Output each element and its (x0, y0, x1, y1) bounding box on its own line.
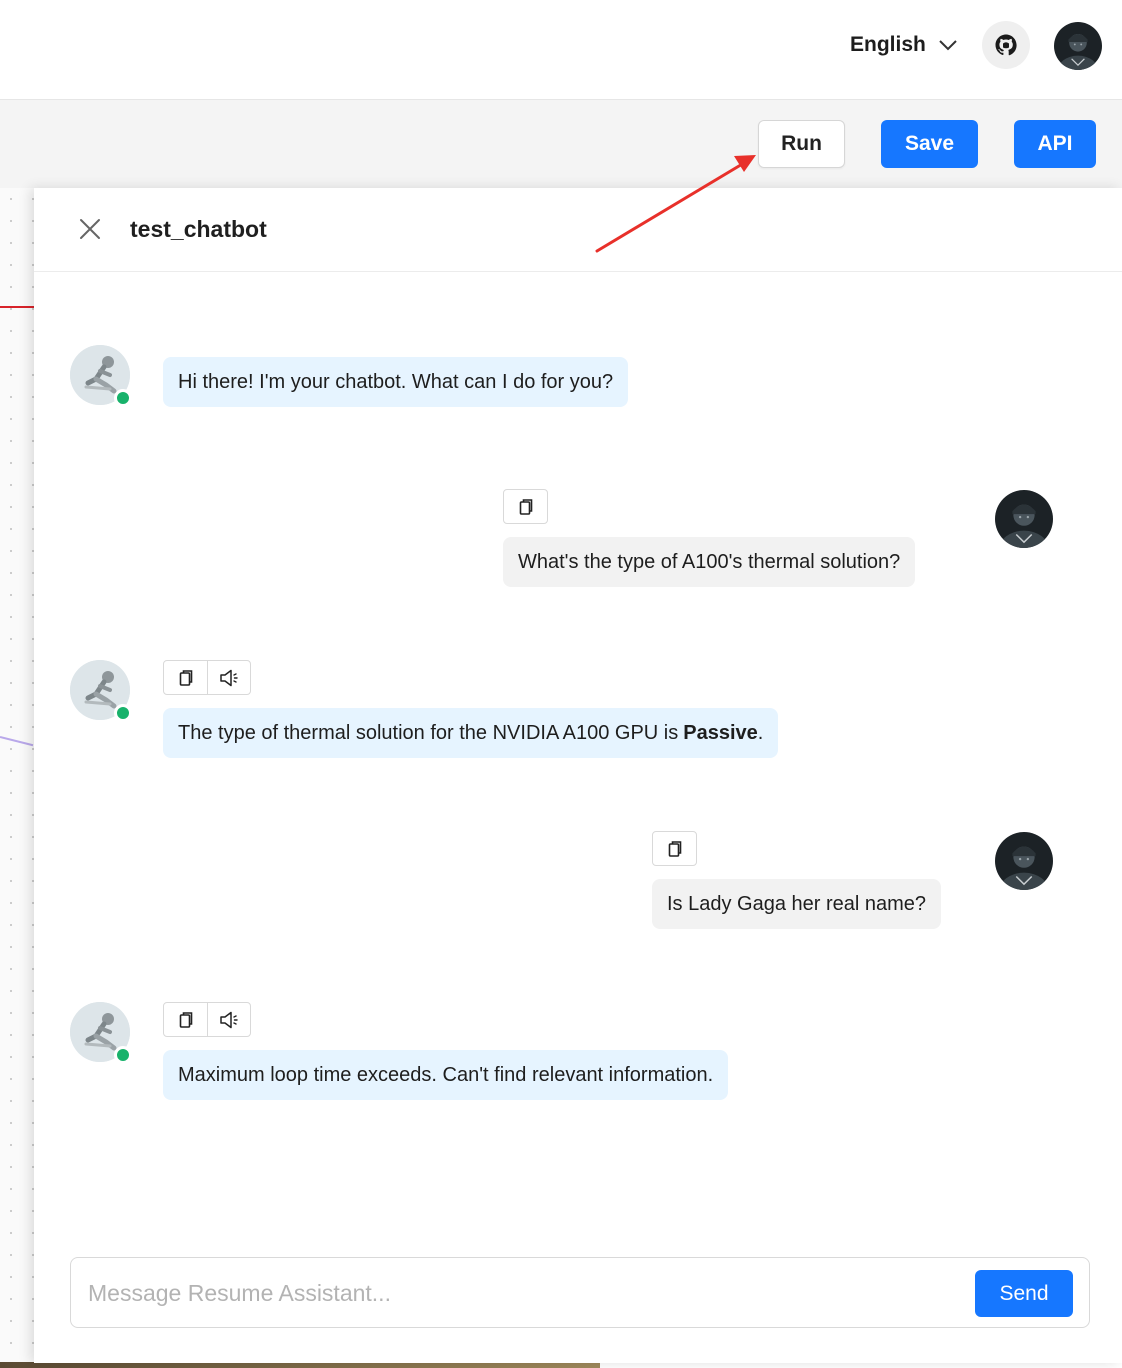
copy-icon (176, 668, 196, 688)
language-selector[interactable]: English (850, 30, 958, 60)
copy-button[interactable] (164, 1003, 207, 1036)
read-aloud-button[interactable] (207, 661, 250, 694)
message-input-box (70, 1257, 1090, 1328)
avatar-image (1054, 22, 1102, 70)
message-actions (503, 489, 548, 524)
speaker-icon (218, 668, 240, 688)
bot-avatar (70, 660, 132, 722)
bot-avatar (70, 1002, 132, 1064)
message-actions (163, 660, 251, 695)
copy-icon (516, 497, 536, 517)
user-avatar[interactable] (1054, 22, 1102, 70)
bot-message: The type of thermal solution for the NVI… (163, 708, 779, 758)
read-aloud-button[interactable] (207, 1003, 250, 1036)
save-button[interactable]: Save (881, 120, 978, 168)
user-message: Is Lady Gaga her real name? (652, 879, 942, 929)
api-button[interactable]: API (1014, 120, 1096, 168)
copy-button[interactable] (504, 490, 547, 523)
language-label: English (850, 33, 926, 56)
chat-title: test_chatbot (130, 216, 267, 242)
online-status-dot (114, 704, 132, 722)
speaker-icon (218, 1010, 240, 1030)
bot-message: Hi there! I'm your chatbot. What can I d… (163, 357, 629, 407)
run-button[interactable]: Run (758, 120, 845, 168)
message-text: Is Lady Gaga her real name? (667, 892, 927, 915)
copy-icon (665, 839, 685, 859)
bot-message: Maximum loop time exceeds. Can't find re… (163, 1050, 729, 1100)
workflow-canvas[interactable] (0, 188, 34, 1368)
copy-icon (176, 1010, 196, 1030)
message-text: Maximum loop time exceeds. Can't find re… (178, 1063, 714, 1086)
copy-button[interactable] (164, 661, 207, 694)
chevron-down-icon (939, 40, 957, 51)
message-text: Hi there! I'm your chatbot. What can I d… (178, 370, 614, 393)
message-text: What's the type of A100's thermal soluti… (518, 550, 901, 573)
github-button[interactable] (982, 21, 1030, 69)
user-avatar-small (995, 490, 1053, 548)
message-actions (652, 831, 697, 866)
online-status-dot (114, 1046, 132, 1064)
bot-avatar (70, 345, 132, 407)
close-icon[interactable] (78, 217, 102, 241)
online-status-dot (114, 389, 132, 407)
top-header: English (0, 0, 1122, 100)
copy-button[interactable] (653, 832, 696, 865)
user-avatar-small (995, 832, 1053, 890)
message-input[interactable] (88, 1276, 948, 1310)
github-icon (995, 34, 1017, 56)
message-bold-text: Passive (683, 721, 758, 744)
drawer-header: test_chatbot (34, 188, 1122, 272)
canvas-edge-red (0, 306, 34, 308)
message-suffix: . (757, 721, 764, 744)
send-button[interactable]: Send (975, 1270, 1073, 1317)
message-actions (163, 1002, 251, 1037)
user-message: What's the type of A100's thermal soluti… (503, 537, 916, 587)
canvas-edge-purple (0, 736, 34, 747)
message-text: The type of thermal solution for the NVI… (178, 721, 679, 744)
